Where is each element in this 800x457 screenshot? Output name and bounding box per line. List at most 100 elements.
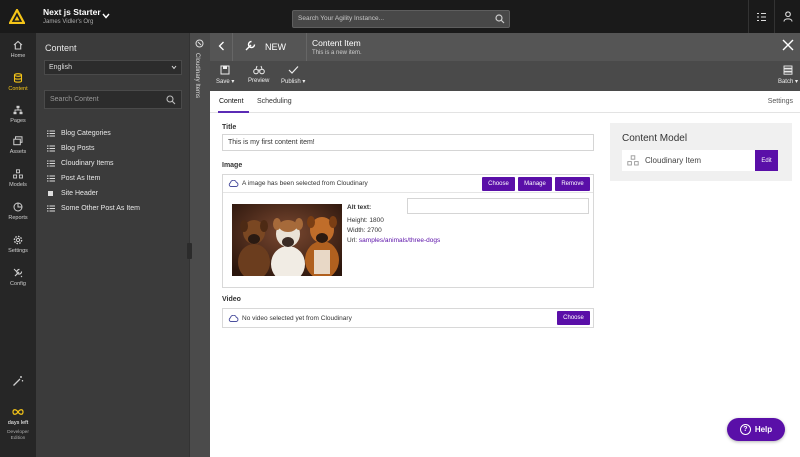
- tree-item-blog-posts[interactable]: Blog Posts: [47, 141, 140, 156]
- item-tabs: Content Scheduling Settings: [210, 91, 800, 113]
- nav-reports-label: Reports: [8, 215, 28, 221]
- nav-settings[interactable]: Settings: [0, 235, 36, 254]
- batch-button[interactable]: Batch ▾: [778, 65, 798, 85]
- top-bar: Next js Starter James Vidler's Org Searc…: [0, 0, 800, 33]
- preview-button[interactable]: Preview: [248, 65, 269, 84]
- tab-settings[interactable]: Settings: [768, 98, 793, 105]
- save-label: Save: [216, 79, 230, 85]
- close-icon[interactable]: [782, 39, 794, 53]
- alt-text-input[interactable]: [407, 198, 589, 214]
- publish-button[interactable]: Publish ▾: [281, 65, 305, 85]
- database-icon: [0, 73, 36, 84]
- org-name: James Vidler's Org: [43, 19, 94, 25]
- item-header: NEW Content Item This is a new item. Sav…: [210, 33, 800, 91]
- pin-icon[interactable]: [195, 39, 204, 50]
- chevron-down-icon: [171, 65, 177, 72]
- video-choose-button[interactable]: Choose: [557, 311, 590, 325]
- home-icon: [0, 40, 36, 51]
- nav-content-label: Content: [8, 86, 28, 92]
- video-label: Video: [222, 296, 241, 303]
- back-button[interactable]: [210, 33, 233, 61]
- search-icon[interactable]: [495, 14, 505, 26]
- nav-pages[interactable]: Pages: [0, 105, 36, 124]
- edit-model-button[interactable]: Edit: [755, 150, 778, 171]
- item-title: Content Item: [312, 38, 361, 48]
- new-label: NEW: [265, 42, 286, 52]
- tree-item-label: Blog Categories: [61, 130, 111, 137]
- image-height: Height: 1800: [347, 217, 384, 224]
- square-icon: [47, 190, 57, 197]
- search-placeholder: Search Your Agility Instance...: [298, 15, 384, 22]
- stack-icon: [778, 65, 798, 76]
- video-status: No video selected yet from Cloudinary: [242, 314, 352, 322]
- tree-item-some-other-post[interactable]: Some Other Post As Item: [47, 201, 140, 216]
- save-button[interactable]: Save ▾: [216, 65, 234, 85]
- nav-reports[interactable]: Reports: [0, 202, 36, 221]
- strip-label: Cloudinary Items: [194, 53, 200, 99]
- images-icon: [0, 136, 36, 147]
- tab-content[interactable]: Content: [219, 98, 244, 105]
- tree-item-label: Post As Item: [61, 175, 101, 182]
- cloudinary-items-strip[interactable]: Cloudinary Items: [187, 33, 210, 457]
- content-search-input[interactable]: Search Content: [44, 90, 182, 109]
- tree-item-site-header[interactable]: Site Header: [47, 186, 140, 201]
- models-icon: [627, 155, 639, 166]
- tree-item-label: Blog Posts: [61, 145, 95, 152]
- chevron-left-icon: [218, 41, 225, 53]
- nav-config-label: Config: [10, 281, 26, 287]
- main-nav: Home Content Pages Assets Models Reports…: [0, 33, 36, 457]
- image-manage-button[interactable]: Manage: [518, 177, 552, 191]
- help-button[interactable]: ? Help: [727, 418, 785, 441]
- content-search-placeholder: Search Content: [50, 96, 99, 103]
- batch-label: Batch: [777, 79, 794, 85]
- title-input[interactable]: This is my first content item!: [222, 134, 594, 151]
- tree-item-blog-categories[interactable]: Blog Categories: [47, 126, 140, 141]
- panel-title: Content: [45, 43, 77, 53]
- nav-pages-label: Pages: [10, 118, 26, 124]
- edition-label: Developer Edition: [7, 430, 29, 441]
- days-left-label: days left: [7, 420, 29, 426]
- org-switcher[interactable]: Next js Starter James Vidler's Org: [43, 7, 101, 25]
- search-icon[interactable]: [166, 95, 176, 107]
- image-width: Width: 2700: [347, 227, 382, 234]
- content-model-title: Content Model: [622, 133, 688, 144]
- title-label: Title: [222, 124, 237, 131]
- item-subtitle: This is a new item.: [312, 50, 362, 56]
- new-item-button[interactable]: NEW: [233, 33, 307, 61]
- image-choose-button[interactable]: Choose: [482, 177, 515, 191]
- tab-scheduling[interactable]: Scheduling: [257, 98, 292, 105]
- nav-content[interactable]: Content: [0, 73, 36, 92]
- language-select[interactable]: English: [44, 60, 182, 75]
- video-field: No video selected yet from Cloudinary: [222, 308, 594, 328]
- instance-name: Next js Starter: [43, 7, 101, 17]
- sitemap-icon: [0, 105, 36, 116]
- agility-logo[interactable]: [0, 0, 33, 33]
- user-icon[interactable]: [774, 0, 800, 33]
- list-icon: [47, 160, 57, 167]
- wrench-icon: [0, 268, 36, 279]
- resize-handle[interactable]: [187, 243, 192, 259]
- chevron-down-icon[interactable]: [102, 12, 110, 21]
- nav-assets[interactable]: Assets: [0, 136, 36, 155]
- publish-label: Publish: [281, 79, 301, 85]
- tree-item-post-as-item[interactable]: Post As Item: [47, 171, 140, 186]
- image-url-link[interactable]: samples/animals/three-dogs: [359, 237, 440, 244]
- tree-item-label: Some Other Post As Item: [61, 205, 140, 212]
- tree-item-cloudinary-items[interactable]: Cloudinary Items: [47, 156, 140, 171]
- preview-label: Preview: [248, 78, 270, 84]
- image-label: Image: [222, 162, 243, 169]
- nav-magic-tool[interactable]: [0, 375, 36, 388]
- nav-models[interactable]: Models: [0, 169, 36, 188]
- image-url-label: Url:: [347, 237, 358, 244]
- dogs-image-thumbnail[interactable]: [232, 204, 342, 276]
- list-icon: [47, 145, 57, 152]
- tasks-icon[interactable]: [748, 0, 774, 33]
- wrench-icon: [243, 39, 257, 55]
- nav-config[interactable]: Config: [0, 268, 36, 287]
- nav-home[interactable]: Home: [0, 40, 36, 59]
- cloudinary-icon: [228, 314, 239, 322]
- instance-search-input[interactable]: Search Your Agility Instance...: [292, 10, 510, 28]
- image-remove-button[interactable]: Remove: [555, 177, 590, 191]
- image-url: Url: samples/animals/three-dogs: [347, 237, 440, 244]
- magic-wand-icon: [0, 375, 36, 386]
